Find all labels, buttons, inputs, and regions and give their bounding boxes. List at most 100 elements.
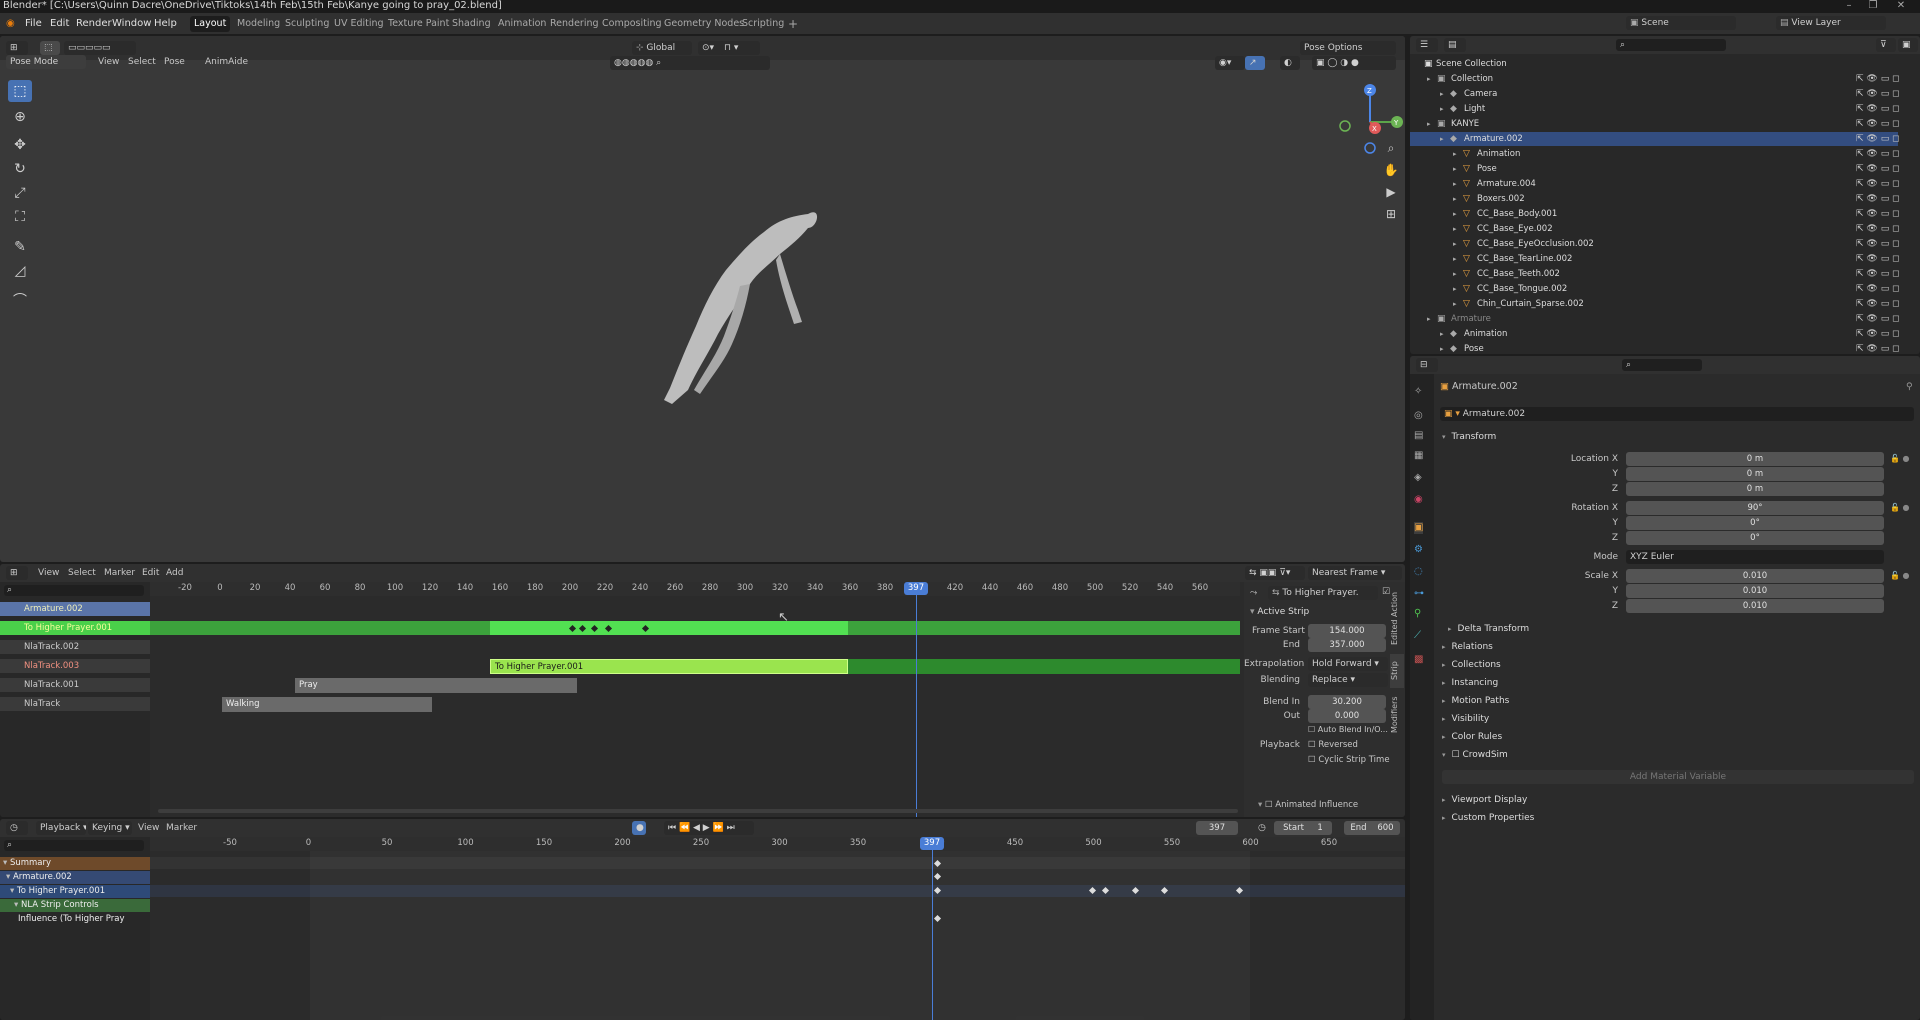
strip-pray[interactable]: Pray <box>295 678 577 693</box>
active-strip-name-field[interactable]: ⇆ To Higher Prayer. <box>1268 586 1378 600</box>
viewport-menu-select[interactable]: Select <box>128 56 156 68</box>
nla-track-row[interactable]: NlaTrack.002 <box>0 640 150 654</box>
mode-selector[interactable]: Pose Mode <box>6 55 86 69</box>
timeline-menu-view[interactable]: View <box>138 822 159 834</box>
extrapolation-select[interactable]: Hold Forward ▾ <box>1308 657 1388 671</box>
kanye-figure[interactable] <box>600 176 840 426</box>
restriction-toggle-icons[interactable]: ⇱ 👁 ▭ ◻ <box>1856 192 1900 206</box>
viewport-display-section[interactable]: ▸ Viewport Display <box>1442 795 1527 805</box>
expand-arrow-icon[interactable]: ▸ <box>1440 102 1444 116</box>
restriction-toggle-icons[interactable]: ⇱ 👁 ▭ ◻ <box>1856 117 1900 131</box>
expand-arrow-icon[interactable]: ▸ <box>1453 267 1457 281</box>
outliner-item[interactable]: ▸ ▽ CC_Base_Tongue.002 ⇱ 👁 ▭ ◻ <box>1410 282 1900 296</box>
data-tab-icon[interactable]: ⚲ <box>1414 608 1421 620</box>
select-tool-icon[interactable]: ⬚ <box>8 80 32 102</box>
menu-file[interactable]: File <box>25 17 42 30</box>
strip-extend-icon[interactable]: ⤳ <box>1250 587 1257 599</box>
restriction-toggle-icons[interactable]: ⇱ 👁 ▭ ◻ <box>1856 297 1900 311</box>
rotate-tool-icon[interactable]: ↻ <box>8 158 32 180</box>
grid-view-icon[interactable]: ⊞ <box>1381 204 1401 224</box>
restriction-toggle-icons[interactable]: ⇱ 👁 ▭ ◻ <box>1856 162 1900 176</box>
viewport-menu-pose[interactable]: Pose <box>164 56 185 68</box>
start-frame-field[interactable]: Start 1 <box>1274 821 1332 835</box>
outliner-search-icon[interactable]: ⌕ <box>1616 39 1726 51</box>
expand-arrow-icon[interactable]: ▸ <box>1440 327 1444 341</box>
select-mode-icons[interactable]: ▭▭▭▭▭ <box>64 41 136 55</box>
expand-arrow-icon[interactable]: ▸ <box>1453 297 1457 311</box>
expand-arrow-icon[interactable]: ▸ <box>1427 117 1431 131</box>
nla-menu-select[interactable]: Select <box>68 567 96 579</box>
timeline-menu-marker[interactable]: Marker <box>166 822 197 834</box>
tab-shading[interactable]: Shading <box>448 16 495 32</box>
dopesheet-search-icon[interactable]: ⌕ <box>4 840 144 851</box>
outliner-item[interactable]: ▸ ▣ Collection ⇱ 👁 ▭ ◻ <box>1410 72 1900 86</box>
object-tab-icon[interactable]: ▣ <box>1414 522 1424 534</box>
expand-arrow-icon[interactable]: ▸ <box>1453 192 1457 206</box>
tab-edited-action[interactable]: Edited Action <box>1390 584 1404 652</box>
timeline-editor-type-icon[interactable]: ◷ <box>6 821 28 835</box>
expand-arrow-icon[interactable]: ▸ <box>1440 87 1444 101</box>
outliner-editor-type-icon[interactable]: ☰ <box>1416 38 1438 52</box>
nla-search-icon[interactable]: ⌕ <box>4 585 144 596</box>
color-rules-section[interactable]: ▸ Color Rules <box>1442 732 1502 742</box>
dopesheet-ruler[interactable]: -500501001502002503003504004505005506006… <box>150 837 1405 851</box>
nla-menu-edit[interactable]: Edit <box>142 567 159 579</box>
strip-to-higher-prayer[interactable]: To Higher Prayer.001 <box>490 659 848 674</box>
select-box-icon[interactable]: ⬚ <box>40 41 60 55</box>
restriction-toggle-icons[interactable]: ⇱ 👁 ▭ ◻ <box>1856 342 1900 354</box>
tab-sculpting[interactable]: Sculpting <box>281 16 333 32</box>
tab-texture-paint[interactable]: Texture Paint <box>384 16 453 32</box>
outliner-item[interactable]: ▸ ▽ Chin_Curtain_Sparse.002 ⇱ 👁 ▭ ◻ <box>1410 297 1900 311</box>
crowdsim-section[interactable]: ▾ ☐ CrowdSim <box>1442 750 1508 760</box>
restriction-toggle-icons[interactable]: ⇱ 👁 ▭ ◻ <box>1856 147 1900 161</box>
restriction-toggle-icons[interactable]: ⇱ 👁 ▭ ◻ <box>1856 132 1900 146</box>
texture-tab-icon[interactable]: ▩ <box>1414 654 1423 666</box>
snap-selector[interactable]: Nearest Frame ▾ <box>1308 566 1402 580</box>
shading-modes-icon[interactable]: ▣ ◯ ◑ ● <box>1312 56 1396 70</box>
rotation-z-field[interactable]: 0° <box>1626 531 1884 545</box>
auto-keying-icon[interactable]: ● <box>632 821 646 835</box>
scene-selector[interactable]: ▣ Scene <box>1626 16 1736 30</box>
pose-options-button[interactable]: Pose Options <box>1300 41 1396 55</box>
outliner-item[interactable]: ▸ ◆ Armature.002 ⇱ 👁 ▭ ◻ <box>1410 132 1900 146</box>
nla-track-row[interactable]: NlaTrack <box>0 697 150 711</box>
outliner-item[interactable]: ▸ ▽ CC_Base_EyeOcclusion.002 ⇱ 👁 ▭ ◻ <box>1410 237 1900 251</box>
menu-edit[interactable]: Edit <box>50 17 69 30</box>
scale-z-field[interactable]: 0.010 <box>1626 599 1884 613</box>
menu-render[interactable]: Render <box>76 17 112 30</box>
tab-compositing[interactable]: Compositing <box>598 16 666 32</box>
outliner-item[interactable]: ▸ ▣ Armature ⇱ 👁 ▭ ◻ <box>1410 312 1900 326</box>
add-workspace-icon[interactable]: + <box>784 16 802 32</box>
nla-scrollbar[interactable] <box>158 809 1238 813</box>
tab-geometry-nodes[interactable]: Geometry Nodes <box>660 16 748 32</box>
scene-tab-icon[interactable]: ◈ <box>1414 472 1422 484</box>
tab-modifiers[interactable]: Modifiers <box>1390 690 1404 740</box>
restriction-toggle-icons[interactable]: ⇱ 👁 ▭ ◻ <box>1856 177 1900 191</box>
outliner-item[interactable]: ▸ ▽ Pose ⇱ 👁 ▭ ◻ <box>1410 162 1900 176</box>
outliner-item[interactable]: ▸ ▽ CC_Base_Teeth.002 ⇱ 👁 ▭ ◻ <box>1410 267 1900 281</box>
overlay-icon[interactable]: ◐ <box>1280 56 1300 70</box>
snap-icon[interactable]: ⊓ ▾ <box>720 41 760 55</box>
animated-influence-checkbox[interactable]: ▾ ☐ Animated Influence <box>1258 799 1358 811</box>
measure-tool-icon[interactable]: ◿ <box>8 260 32 282</box>
channel-influence[interactable]: Influence (To Higher Pray <box>0 913 150 926</box>
location-y-field[interactable]: 0 m <box>1626 467 1884 481</box>
outliner-item[interactable]: ▸ ◆ Pose ⇱ 👁 ▭ ◻ <box>1410 342 1900 354</box>
outliner-item[interactable]: ▸ ▣ KANYE ⇱ 👁 ▭ ◻ <box>1410 117 1900 131</box>
playback-controls-icons[interactable]: ⏮ ⏪ ◀ ▶ ⏩ ⏭ <box>664 821 754 835</box>
relations-section[interactable]: ▸ Relations <box>1442 642 1493 652</box>
current-frame-field[interactable]: 397 <box>1196 821 1238 835</box>
strip-walking[interactable]: Walking <box>222 697 432 712</box>
constraint-tab-icon[interactable]: ⊶ <box>1414 588 1424 600</box>
nla-current-frame[interactable]: 397 <box>904 582 928 595</box>
dopesheet-editor[interactable]: ◷ Playback ▾ Keying ▾ View Marker ● ⏮ ⏪ … <box>0 819 1405 1020</box>
expand-arrow-icon[interactable]: ▸ <box>1453 252 1457 266</box>
blend-out-field[interactable]: 0.000 <box>1308 709 1386 723</box>
menu-help[interactable]: Help <box>154 17 177 30</box>
expand-arrow-icon[interactable]: ▸ <box>1427 72 1431 86</box>
lock-icon[interactable]: 🔓 ● <box>1890 502 1909 514</box>
pin-icon[interactable]: ⚲ <box>1906 381 1913 393</box>
expand-arrow-icon[interactable]: ▸ <box>1453 282 1457 296</box>
properties-search-icon[interactable]: ⌕ <box>1622 359 1702 371</box>
instancing-section[interactable]: ▸ Instancing <box>1442 678 1498 688</box>
